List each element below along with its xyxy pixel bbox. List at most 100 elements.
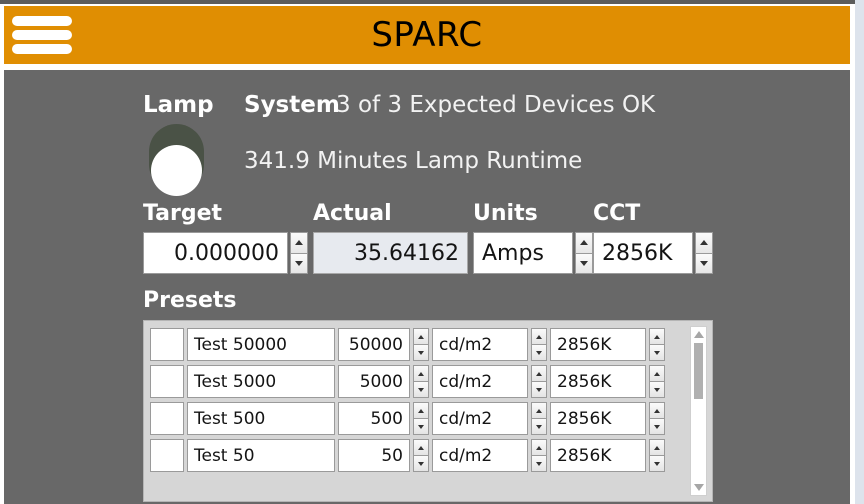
preset-units-input[interactable]: cd/m2 bbox=[432, 402, 528, 435]
preset-units-spinner-up[interactable] bbox=[531, 328, 547, 345]
preset-value-spinner-up[interactable] bbox=[413, 328, 429, 345]
hamburger-bar-2 bbox=[12, 30, 72, 40]
preset-name-input[interactable]: Test 50000 bbox=[187, 328, 335, 361]
preset-name-input[interactable]: Test 500 bbox=[187, 402, 335, 435]
chevron-down-icon bbox=[536, 350, 542, 355]
units-spinner-down[interactable] bbox=[575, 253, 593, 274]
target-input[interactable]: 0.000000 bbox=[143, 232, 288, 274]
preset-cct-spinner[interactable] bbox=[649, 365, 665, 398]
preset-value-spinner[interactable] bbox=[413, 402, 429, 435]
preset-select-box[interactable] bbox=[150, 328, 184, 361]
scroll-up-icon[interactable] bbox=[693, 331, 704, 338]
preset-value-input[interactable]: 500 bbox=[338, 402, 410, 435]
preset-value-input[interactable]: 50000 bbox=[338, 328, 410, 361]
preset-cct-input[interactable]: 2856K bbox=[550, 439, 646, 472]
preset-cct-spinner[interactable] bbox=[649, 402, 665, 435]
preset-cct-spinner-up[interactable] bbox=[649, 402, 665, 419]
preset-cct-spinner-down[interactable] bbox=[649, 456, 665, 472]
preset-cct-spinner-up[interactable] bbox=[649, 365, 665, 382]
preset-value-spinner[interactable] bbox=[413, 365, 429, 398]
units-spinner-up[interactable] bbox=[575, 232, 593, 254]
preset-cct-input[interactable]: 2856K bbox=[550, 402, 646, 435]
preset-units-spinner[interactable] bbox=[531, 402, 547, 435]
chevron-down-icon bbox=[418, 424, 424, 429]
chevron-up-icon bbox=[654, 445, 660, 450]
preset-value-spinner[interactable] bbox=[413, 439, 429, 472]
scroll-down-icon[interactable] bbox=[693, 484, 704, 491]
units-label: Units bbox=[473, 201, 538, 226]
actual-field-group: Actual 35.64162 bbox=[313, 200, 468, 274]
preset-select-box[interactable] bbox=[150, 402, 184, 435]
chevron-up-icon bbox=[580, 240, 588, 246]
preset-units-spinner[interactable] bbox=[531, 439, 547, 472]
preset-cct-spinner-down[interactable] bbox=[649, 382, 665, 398]
preset-units-input[interactable]: cd/m2 bbox=[432, 328, 528, 361]
target-spinner-down[interactable] bbox=[290, 253, 308, 274]
target-spinner-up[interactable] bbox=[290, 232, 308, 254]
preset-cct-spinner-up[interactable] bbox=[649, 328, 665, 345]
preset-units-input[interactable]: cd/m2 bbox=[432, 365, 528, 398]
preset-units-spinner-down[interactable] bbox=[531, 419, 547, 435]
preset-units-spinner-up[interactable] bbox=[531, 365, 547, 382]
units-field-row: Amps bbox=[473, 232, 593, 274]
preset-cct-spinner[interactable] bbox=[649, 328, 665, 361]
cct-spinner[interactable] bbox=[695, 232, 713, 274]
units-input[interactable]: Amps bbox=[473, 232, 573, 274]
preset-select-box[interactable] bbox=[150, 439, 184, 472]
chevron-up-icon bbox=[536, 334, 542, 339]
preset-cct-spinner-up[interactable] bbox=[649, 439, 665, 456]
preset-value-spinner-up[interactable] bbox=[413, 439, 429, 456]
chevron-down-icon bbox=[536, 387, 542, 392]
chevron-down-icon bbox=[654, 350, 660, 355]
preset-name-input[interactable]: Test 50 bbox=[187, 439, 335, 472]
chevron-up-icon bbox=[654, 334, 660, 339]
presets-label: Presets bbox=[143, 288, 237, 313]
preset-row: Test 50000 50000 cd/m2 2856K bbox=[150, 326, 686, 363]
preset-cct-spinner-down[interactable] bbox=[649, 419, 665, 435]
preset-cct-spinner-down[interactable] bbox=[649, 345, 665, 361]
cct-spinner-up[interactable] bbox=[695, 232, 713, 254]
chevron-up-icon bbox=[295, 240, 303, 246]
preset-value-spinner[interactable] bbox=[413, 328, 429, 361]
units-field-group: Units Amps bbox=[473, 200, 593, 274]
preset-cct-spinner[interactable] bbox=[649, 439, 665, 472]
hamburger-menu-icon[interactable] bbox=[12, 12, 76, 58]
presets-row-list: Test 50000 50000 cd/m2 2856K Test 5000 5000 cd… bbox=[150, 326, 686, 496]
preset-value-spinner-down[interactable] bbox=[413, 382, 429, 398]
chevron-up-icon bbox=[418, 408, 424, 413]
preset-units-spinner-up[interactable] bbox=[531, 402, 547, 419]
preset-value-input[interactable]: 50 bbox=[338, 439, 410, 472]
preset-name-input[interactable]: Test 5000 bbox=[187, 365, 335, 398]
preset-value-spinner-down[interactable] bbox=[413, 419, 429, 435]
presets-scrollbar[interactable] bbox=[690, 326, 707, 496]
preset-value-spinner-up[interactable] bbox=[413, 365, 429, 382]
preset-units-spinner[interactable] bbox=[531, 365, 547, 398]
chevron-up-icon bbox=[418, 334, 424, 339]
actual-field-row: 35.64162 bbox=[313, 232, 468, 274]
preset-value-spinner-up[interactable] bbox=[413, 402, 429, 419]
chevron-down-icon bbox=[418, 350, 424, 355]
target-spinner[interactable] bbox=[290, 232, 308, 274]
lamp-power-toggle[interactable] bbox=[149, 124, 204, 196]
chevron-down-icon bbox=[536, 424, 542, 429]
preset-value-spinner-down[interactable] bbox=[413, 456, 429, 472]
preset-value-input[interactable]: 5000 bbox=[338, 365, 410, 398]
presets-scrollbar-thumb[interactable] bbox=[694, 343, 703, 399]
preset-units-spinner[interactable] bbox=[531, 328, 547, 361]
preset-value-spinner-down[interactable] bbox=[413, 345, 429, 361]
units-spinner[interactable] bbox=[575, 232, 593, 274]
cct-input[interactable]: 2856K bbox=[593, 232, 693, 274]
preset-cct-input[interactable]: 2856K bbox=[550, 328, 646, 361]
preset-row: Test 5000 5000 cd/m2 2856K bbox=[150, 363, 686, 400]
preset-units-spinner-down[interactable] bbox=[531, 345, 547, 361]
preset-cct-input[interactable]: 2856K bbox=[550, 365, 646, 398]
preset-select-box[interactable] bbox=[150, 365, 184, 398]
control-row: Target 0.000000 Actual 35.64162 Units Am… bbox=[4, 200, 850, 282]
cct-spinner-down[interactable] bbox=[695, 253, 713, 274]
chevron-up-icon bbox=[418, 371, 424, 376]
preset-units-spinner-down[interactable] bbox=[531, 456, 547, 472]
preset-units-spinner-down[interactable] bbox=[531, 382, 547, 398]
preset-units-input[interactable]: cd/m2 bbox=[432, 439, 528, 472]
preset-units-spinner-up[interactable] bbox=[531, 439, 547, 456]
lamp-label: Lamp bbox=[143, 92, 214, 118]
